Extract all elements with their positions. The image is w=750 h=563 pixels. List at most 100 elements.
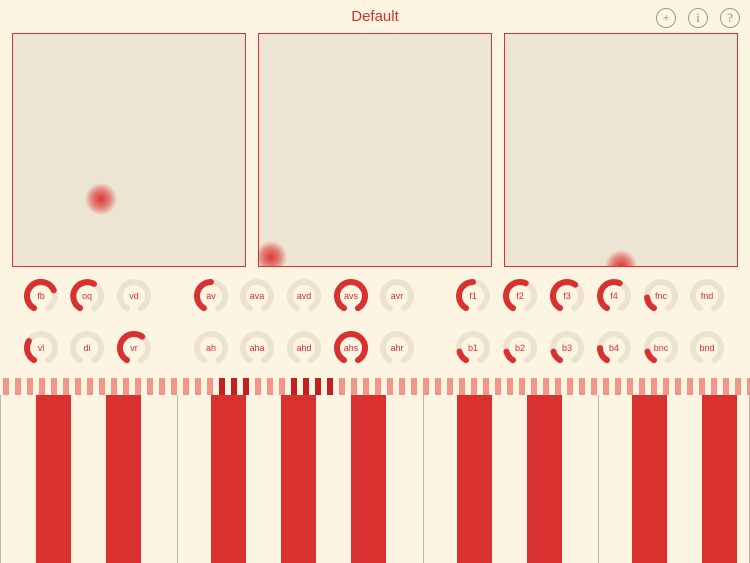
strip-segment <box>387 378 393 395</box>
strip-segment <box>339 378 345 395</box>
strip-segment <box>447 378 453 395</box>
strip-segment <box>351 378 357 395</box>
black-key[interactable] <box>36 395 71 563</box>
white-key-divider <box>177 395 178 563</box>
strip-segment <box>363 378 369 395</box>
strip-segment <box>99 378 105 395</box>
strip-segment <box>39 378 45 395</box>
knob-label: vd <box>129 291 139 301</box>
strip-segment <box>243 378 249 395</box>
black-key[interactable] <box>527 395 562 563</box>
knob-f1[interactable]: f1 <box>455 278 491 314</box>
strip-segment <box>135 378 141 395</box>
knob-avr[interactable]: avr <box>379 278 415 314</box>
knob-label: b1 <box>467 343 478 353</box>
knob-b1[interactable]: b1 <box>455 330 491 366</box>
strip-segment <box>87 378 93 395</box>
knob-label: b2 <box>514 343 525 353</box>
knob-avd[interactable]: avd <box>286 278 322 314</box>
knob-label: fnd <box>700 291 714 301</box>
knob-oq[interactable]: oq <box>69 278 105 314</box>
knob-vr[interactable]: vr <box>116 330 152 366</box>
strip-segment <box>459 378 465 395</box>
xy-pad-1[interactable] <box>12 33 246 267</box>
white-key-divider <box>423 395 424 563</box>
black-key[interactable] <box>632 395 667 563</box>
strip-segment <box>699 378 705 395</box>
knob-bnc[interactable]: bnc <box>643 330 679 366</box>
knob-f2[interactable]: f2 <box>502 278 538 314</box>
strip-segment <box>423 378 429 395</box>
black-key[interactable] <box>281 395 316 563</box>
knob-label: f3 <box>563 291 571 301</box>
white-key-divider <box>0 395 1 563</box>
knob-vl[interactable]: vl <box>23 330 59 366</box>
knob-b2[interactable]: b2 <box>502 330 538 366</box>
knob-ava[interactable]: ava <box>239 278 275 314</box>
strip-segment <box>111 378 117 395</box>
title: Default <box>351 8 399 25</box>
knob-f4[interactable]: f4 <box>596 278 632 314</box>
strip-segment <box>603 378 609 395</box>
strip-segment <box>495 378 501 395</box>
knob-vd[interactable]: vd <box>116 278 152 314</box>
knob-ah[interactable]: ah <box>193 330 229 366</box>
strip-segment <box>591 378 597 395</box>
knob-label: bnd <box>699 343 715 353</box>
strip-segment <box>171 378 177 395</box>
knob-avs[interactable]: avs <box>333 278 369 314</box>
strip-segment <box>315 378 321 395</box>
strip-segment <box>543 378 549 395</box>
knob-label: ava <box>249 291 265 301</box>
black-key[interactable] <box>211 395 246 563</box>
strip-segment <box>303 378 309 395</box>
strip-segment <box>159 378 165 395</box>
black-key[interactable] <box>702 395 737 563</box>
strip-segment <box>195 378 201 395</box>
xy-pad-3[interactable] <box>504 33 738 267</box>
knob-b3[interactable]: b3 <box>549 330 585 366</box>
pad-cursor[interactable] <box>605 250 637 266</box>
strip-segment <box>675 378 681 395</box>
strip-segment <box>663 378 669 395</box>
knob-fnc[interactable]: fnc <box>643 278 679 314</box>
add-icon[interactable]: + <box>656 8 676 28</box>
knob-fnd[interactable]: fnd <box>689 278 725 314</box>
strip-segment <box>711 378 717 395</box>
knob-f3[interactable]: f3 <box>549 278 585 314</box>
strip-segment <box>735 378 741 395</box>
knob-bnd[interactable]: bnd <box>689 330 725 366</box>
knob-b4[interactable]: b4 <box>596 330 632 366</box>
strip-segment <box>123 378 129 395</box>
knob-av[interactable]: av <box>193 278 229 314</box>
pad-cursor[interactable] <box>85 182 118 215</box>
strip-segment <box>267 378 273 395</box>
knob-aha[interactable]: aha <box>239 330 275 366</box>
knob-label: b3 <box>561 343 572 353</box>
knob-label: bnc <box>653 343 669 353</box>
knob-label: fb <box>37 291 45 301</box>
strip-segment <box>219 378 225 395</box>
knob-ahr[interactable]: ahr <box>379 330 415 366</box>
black-key[interactable] <box>457 395 492 563</box>
pad-cursor[interactable] <box>259 240 287 266</box>
black-key[interactable] <box>106 395 141 563</box>
strip-segment <box>639 378 645 395</box>
knob-label: f1 <box>469 291 477 301</box>
black-key[interactable] <box>351 395 386 563</box>
strip-segment <box>435 378 441 395</box>
knob-label: vr <box>130 343 138 353</box>
knob-label: avd <box>296 291 312 301</box>
knob-di[interactable]: di <box>69 330 105 366</box>
knob-ahs[interactable]: ahs <box>333 330 369 366</box>
xy-pad-2[interactable] <box>258 33 492 267</box>
knob-fb[interactable]: fb <box>23 278 59 314</box>
info-icon[interactable]: i <box>688 8 708 28</box>
knob-ahd[interactable]: ahd <box>286 330 322 366</box>
knob-label: ahr <box>390 343 404 353</box>
knob-label: ah <box>205 343 216 353</box>
piano-keyboard[interactable] <box>0 395 750 563</box>
help-icon[interactable]: ? <box>720 8 740 28</box>
strip-segment <box>3 378 9 395</box>
strip-segment <box>375 378 381 395</box>
